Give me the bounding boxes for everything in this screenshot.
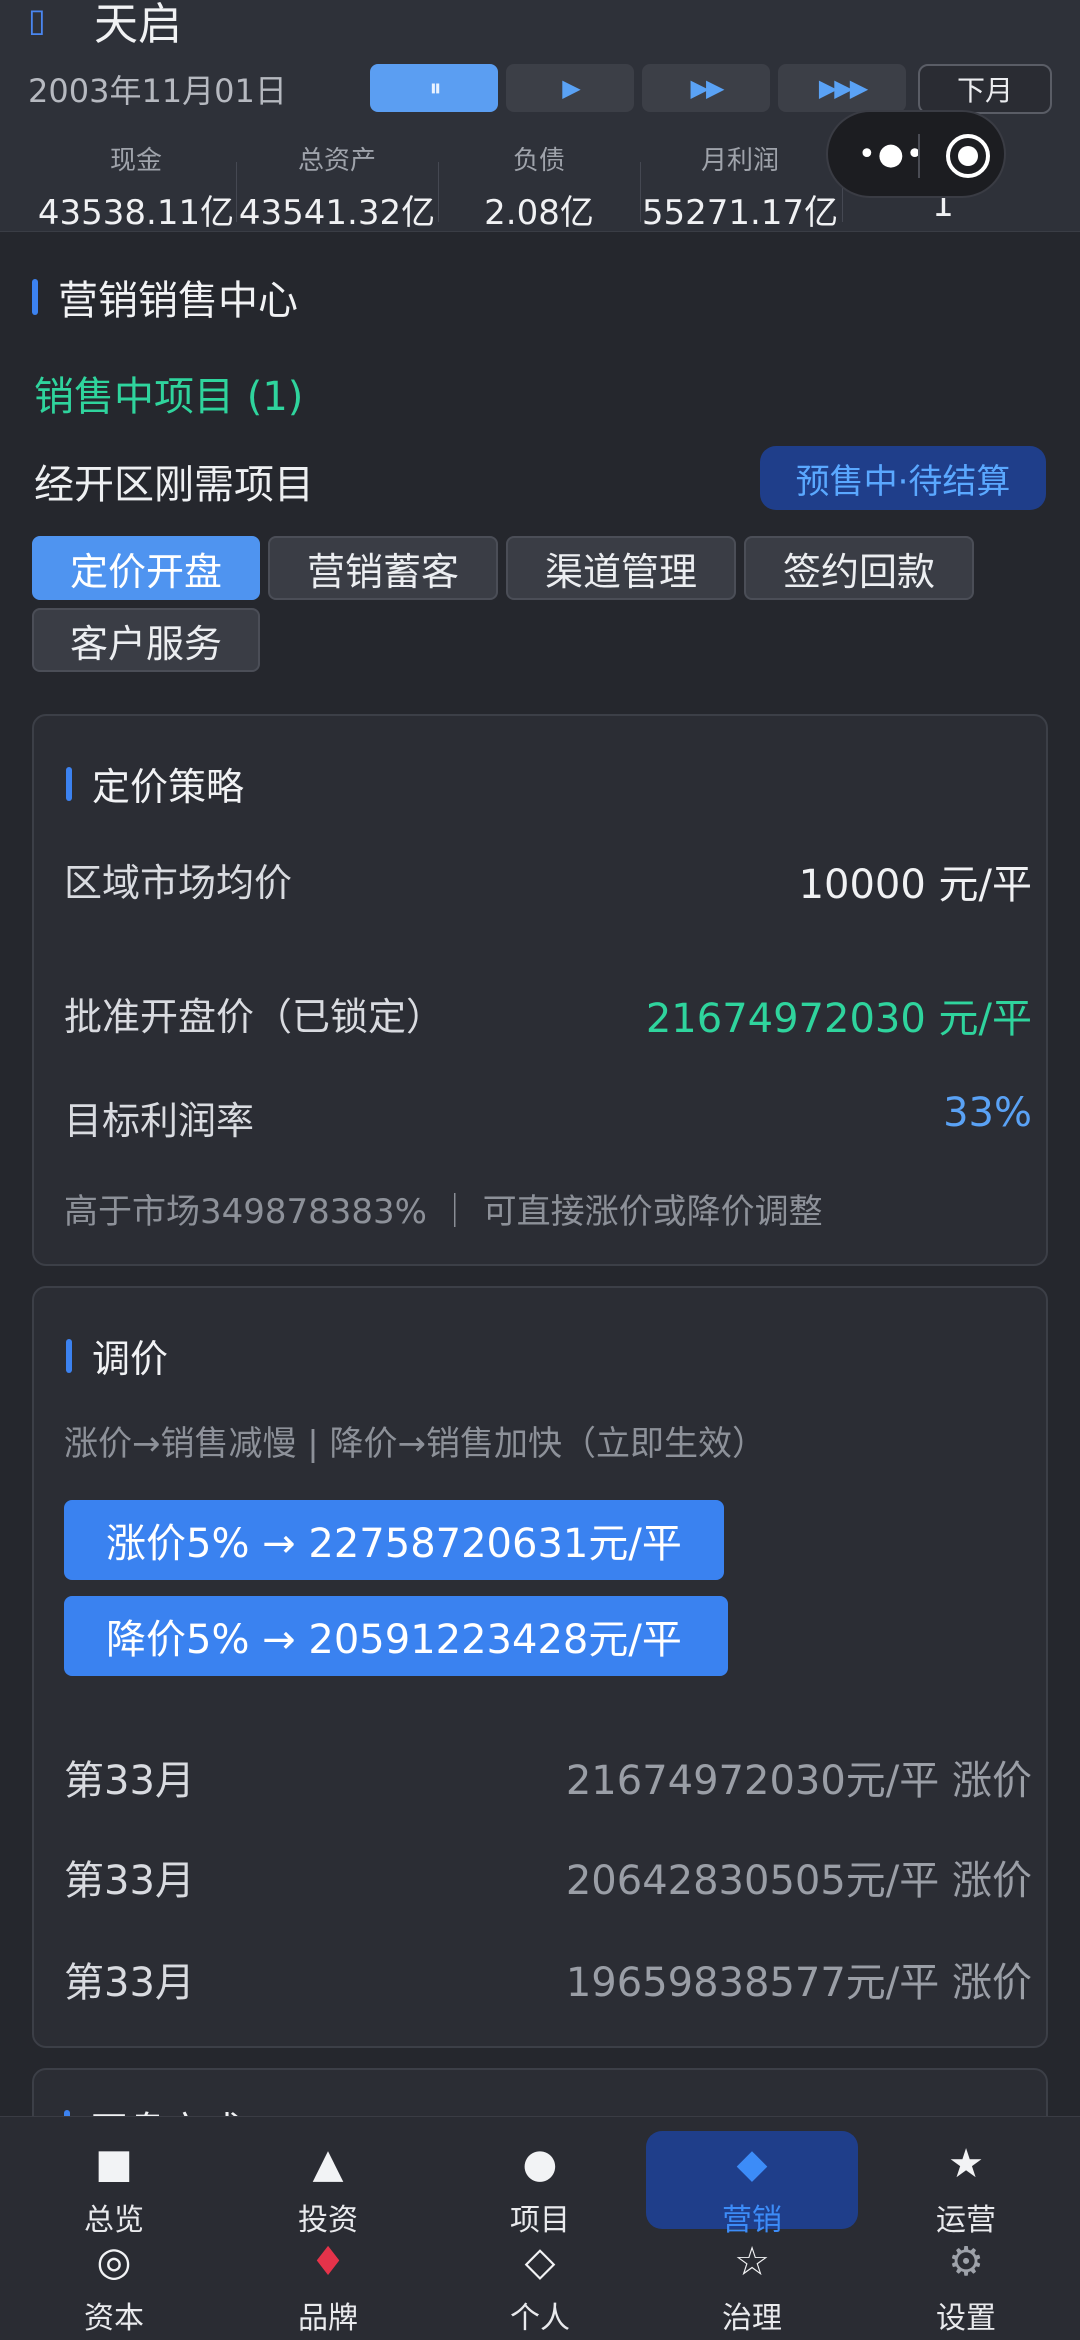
project-name: 经开区刚需项目 [34,462,314,508]
close-target-icon[interactable] [946,134,990,178]
pricing-card-title: 定价策略 [66,756,244,811]
title-row: ▯ 天启 [28,0,182,50]
nav-label: 项目 [510,2203,570,2238]
lower-price-button[interactable]: 降价5% → 20591223428元/平 [64,1596,728,1676]
market-avg-label: 区域市场均价 [64,861,293,905]
nav-label: 投资 [298,2203,358,2238]
nav-governance[interactable]: ☆ 治理 [646,2237,858,2337]
tab-marketing-leads[interactable]: 营销蓄客 [268,536,498,600]
nav-label: 资本 [84,2301,144,2336]
tab-signing-collection[interactable]: 签约回款 [744,536,974,600]
adjust-hint: 涨价→销售减慢 | 降价→销售加快（立即生效） [64,1424,767,1464]
nav-personal[interactable]: ◇ 个人 [434,2237,646,2337]
target-margin-label: 目标利润率 [64,1099,255,1143]
nav-label: 运营 [936,2203,996,2238]
nav-brand[interactable]: ♦ 品牌 [222,2237,434,2337]
nav-project[interactable]: ● 项目 [434,2139,646,2239]
adjust-card-title: 调价 [66,1328,168,1383]
miniprogram-capsule: •●• [826,110,1006,198]
approved-price-label: 批准开盘价（已锁定） [64,995,445,1039]
capital-icon: ◎ [96,2239,132,2285]
bottom-nav: ■ 总览 ▲ 投资 ● 项目 ◆ 营销 ★ 运营 ◎ 资本 ♦ 品牌 ◇ 个人 … [0,2116,1080,2340]
next-month-button[interactable]: 下月 [918,64,1052,114]
history-price: 19659838577元/平 涨价 [565,1960,1032,2006]
history-price: 20642830505元/平 涨价 [565,1858,1032,1904]
current-date: 2003年11月01日 [28,72,287,110]
project-icon: ● [522,2141,558,2187]
accent-bar [32,279,38,315]
app-title: 天启 [94,0,182,50]
investment-icon: ▲ [312,2141,344,2187]
tab-customer-service[interactable]: 客户服务 [32,608,260,672]
stat-liabilities: 负债 2.08亿 [439,140,639,234]
tab-pricing-opening[interactable]: 定价开盘 [32,536,260,600]
operations-icon: ★ [948,2141,984,2187]
play-2x-button[interactable]: ▶▶ [642,64,770,112]
selling-projects-label: 销售中项目 (1) [34,374,304,420]
nav-settings[interactable]: ⚙ 设置 [860,2237,1072,2337]
stat-total-assets: 总资产 43541.32亿 [237,140,437,234]
status-badge: 预售中·待结算 [760,446,1046,510]
governance-icon: ☆ [734,2239,770,2285]
stat-value: 55271.17亿 [641,193,839,233]
nav-operations[interactable]: ★ 运营 [860,2139,1072,2239]
history-month: 第33月 [64,1758,195,1804]
pause-button[interactable]: ⏸ [370,64,498,112]
card-title-text: 调价 [92,1337,169,1381]
market-avg-value: 10000 元/平 [798,862,1032,908]
accent-bar [66,1338,72,1373]
brand-icon: ♦ [310,2239,346,2285]
nav-label: 个人 [510,2301,570,2336]
marketing-icon: ◆ [736,2141,768,2187]
stat-value: 43541.32亿 [238,193,436,233]
menu-icon[interactable]: ▯ [28,1,58,39]
stat-label: 现金 [109,146,162,176]
stat-value: 43538.11亿 [37,193,235,233]
history-price: 21674972030元/平 涨价 [565,1758,1032,1804]
history-month: 第33月 [64,1858,195,1904]
nav-capital[interactable]: ◎ 资本 [8,2237,220,2337]
nav-label: 治理 [722,2301,782,2336]
play-1x-button[interactable]: ▶ [506,64,634,112]
stat-label: 总资产 [297,146,376,176]
nav-marketing[interactable]: ◆ 营销 [646,2131,858,2238]
stat-value: 2.08亿 [484,193,594,233]
raise-price-button[interactable]: 涨价5% → 22758720631元/平 [64,1500,724,1580]
stat-monthly-profit: 月利润 55271.17亿 [640,140,840,234]
pricing-hint: 高于市场349878383% ｜ 可直接涨价或降价调整 [64,1192,823,1232]
target-margin-value: 33% [943,1090,1032,1136]
accent-bar [66,766,72,801]
card-title-text: 定价策略 [92,765,245,809]
tab-channel-management[interactable]: 渠道管理 [506,536,736,600]
approved-price-value: 21674972030 元/平 [645,996,1032,1042]
nav-investment[interactable]: ▲ 投资 [222,2139,434,2239]
stat-label: 月利润 [700,146,779,176]
nav-overview[interactable]: ■ 总览 [8,2139,220,2239]
overview-icon: ■ [95,2141,133,2187]
history-month: 第33月 [64,1960,195,2006]
nav-label: 品牌 [298,2301,358,2336]
section-title: 营销销售中心 [32,268,298,326]
stat-cash: 现金 43538.11亿 [36,140,236,234]
nav-label: 设置 [936,2301,996,2336]
nav-label: 营销 [722,2203,782,2238]
settings-icon: ⚙ [948,2239,984,2285]
section-title-text: 营销销售中心 [58,278,298,324]
nav-label: 总览 [84,2203,144,2238]
stat-label: 负债 [512,146,565,176]
top-header: ▯ 天启 2003年11月01日 ⏸ ▶ ▶▶ ▶▶▶ 下月 现金 43538.… [0,0,1080,234]
more-icon[interactable]: •●• [858,137,926,172]
capsule-divider [918,134,920,178]
personal-icon: ◇ [524,2239,556,2285]
play-3x-button[interactable]: ▶▶▶ [778,64,906,112]
